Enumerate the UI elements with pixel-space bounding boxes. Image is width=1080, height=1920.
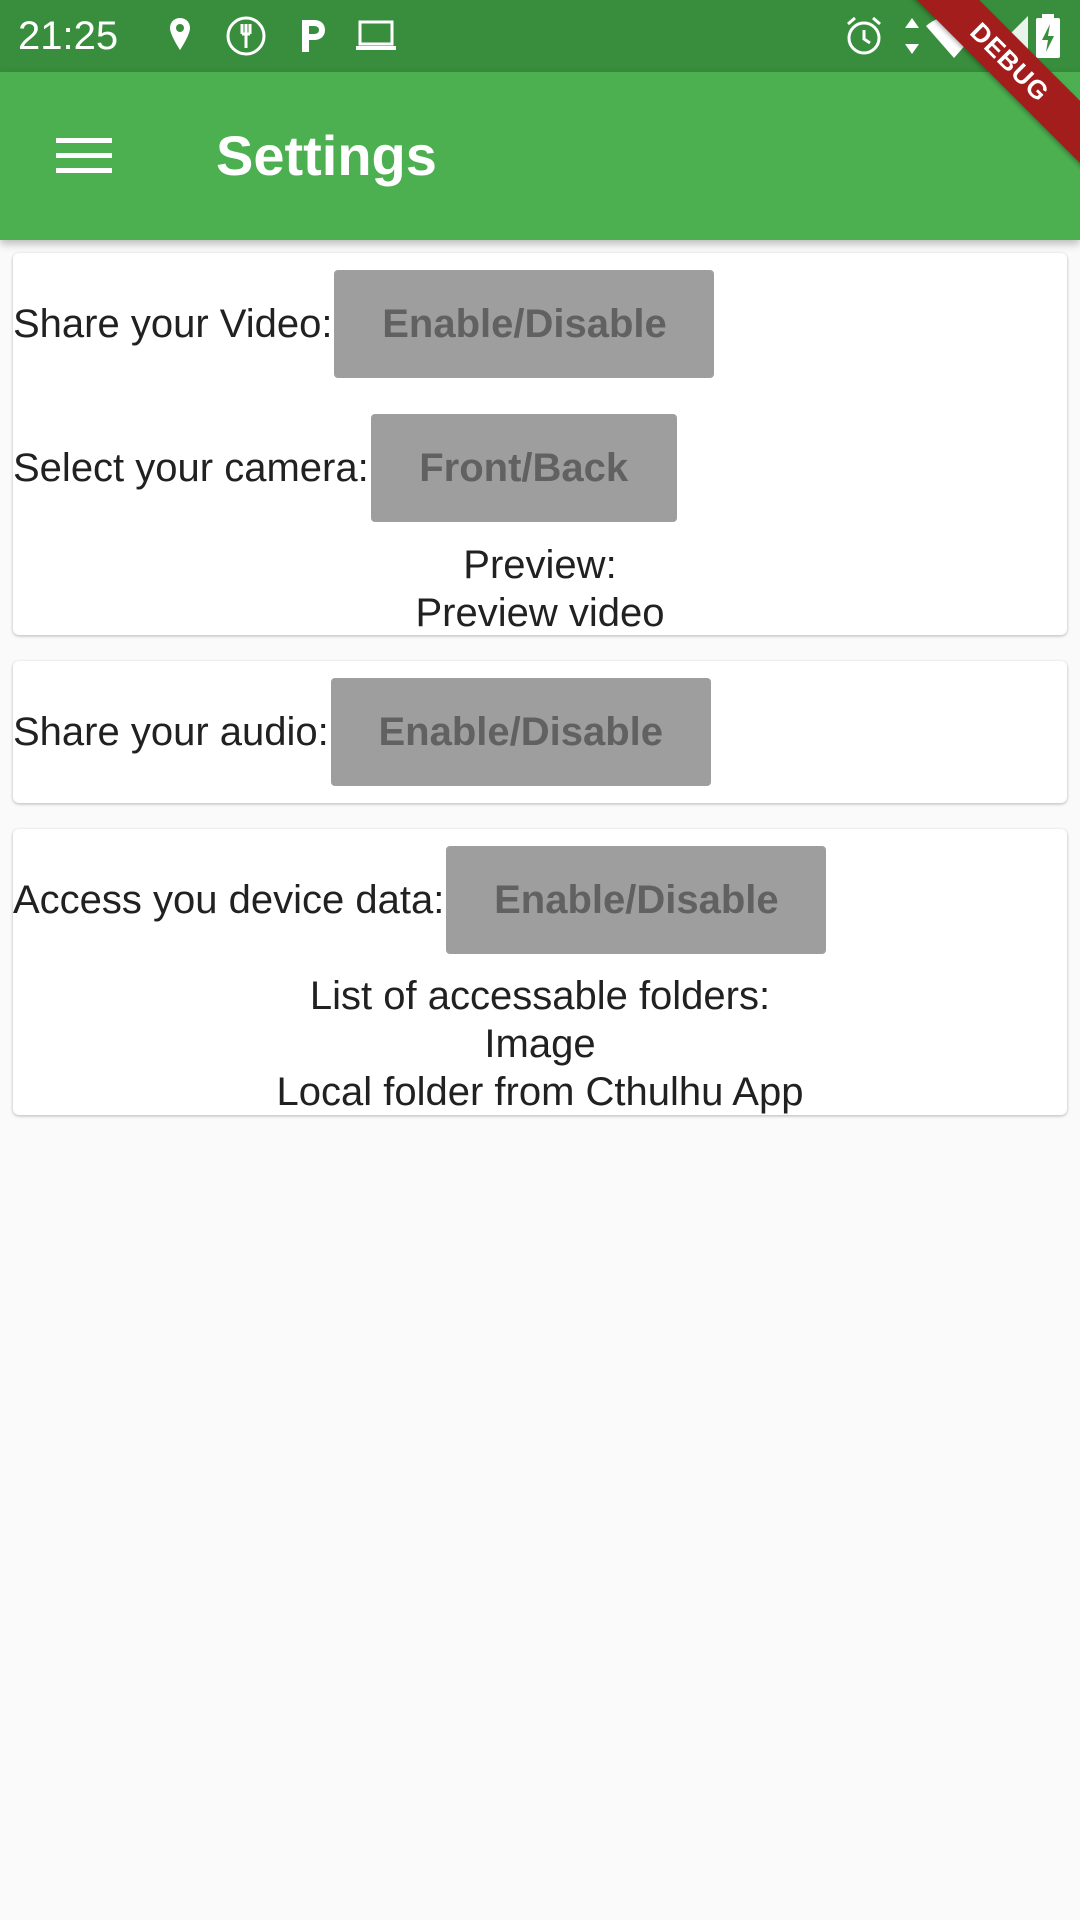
folder-item: Image: [484, 1022, 596, 1066]
audio-settings-card: Share your audio: Enable/Disable: [13, 661, 1067, 803]
hamburger-menu-icon: [56, 138, 112, 173]
share-audio-row: Share your audio: Enable/Disable: [13, 678, 711, 786]
parking-icon: [302, 20, 325, 52]
share-audio-label: Share your audio:: [13, 710, 329, 754]
device-data-row: Access you device data: Enable/Disable: [13, 846, 827, 954]
device-data-card: Access you device data: Enable/Disable L…: [13, 829, 1067, 1115]
status-time: 21:25: [18, 14, 119, 58]
folder-item: Local folder from Cthulhu App: [276, 1070, 804, 1114]
status-bar: 21:25: [0, 0, 1080, 72]
share-video-toggle-button[interactable]: Enable/Disable: [334, 270, 715, 378]
share-audio-toggle-button[interactable]: Enable/Disable: [330, 678, 711, 786]
app-bar: Settings: [0, 72, 1080, 240]
preview-title: Preview:: [463, 543, 617, 587]
restaurant-icon: [226, 16, 266, 56]
device-data-toggle-button[interactable]: Enable/Disable: [446, 846, 827, 954]
video-settings-card: Share your Video: Enable/Disable Select …: [13, 253, 1067, 635]
device-data-label: Access you device data:: [13, 878, 445, 922]
menu-button[interactable]: [32, 108, 136, 204]
preview-video: Preview video: [415, 591, 665, 635]
battery-charging-icon: [1036, 14, 1060, 58]
select-camera-label: Select your camera:: [13, 446, 369, 490]
select-camera-row: Select your camera: Front/Back: [13, 414, 677, 522]
folders-title: List of accessable folders:: [309, 974, 771, 1018]
location-pin-icon: [170, 18, 190, 50]
camera-front-back-button[interactable]: Front/Back: [370, 414, 677, 522]
alarm-icon: [847, 16, 881, 55]
share-video-label: Share your Video:: [13, 302, 333, 346]
share-video-row: Share your Video: Enable/Disable: [13, 270, 715, 378]
laptop-icon: [356, 20, 396, 50]
page-title: Settings: [216, 124, 437, 187]
